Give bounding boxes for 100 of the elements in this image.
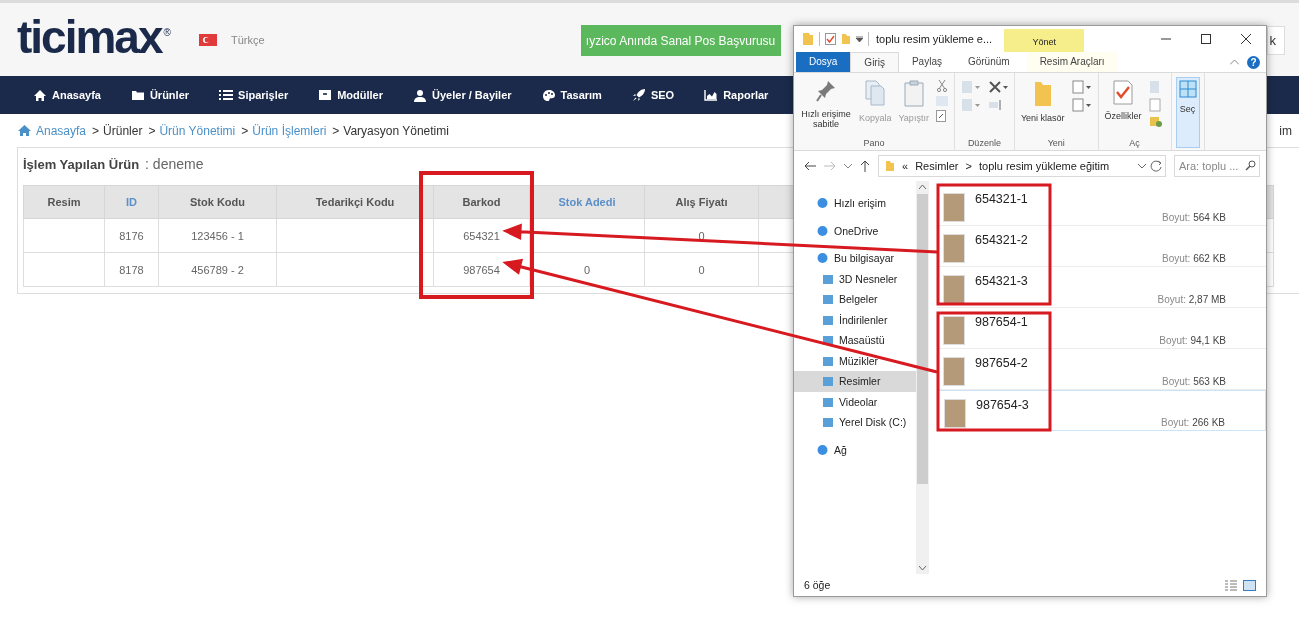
address-overflow[interactable]: « xyxy=(902,160,909,172)
easy-access-icon xyxy=(1071,98,1092,112)
forward-icon xyxy=(824,161,836,171)
file-size: Boyut: 563 KB xyxy=(1162,376,1226,387)
nav-pane-item[interactable]: Videolar xyxy=(794,391,916,412)
file-item[interactable]: 987654-2 Boyut: 563 KB xyxy=(937,349,1266,390)
table-cell: 0 xyxy=(644,252,759,287)
ribbon-group-label: Pano xyxy=(862,138,886,148)
clipboard-icon xyxy=(902,79,925,107)
caret-down-icon xyxy=(844,163,852,169)
nav-pane-item[interactable]: Yerel Disk (C:) xyxy=(794,412,916,433)
window-title: toplu resim yükleme e... xyxy=(876,33,993,45)
file-item[interactable]: 654321-2 Boyut: 662 KB xyxy=(937,226,1266,267)
breadcrumb-separator: > xyxy=(148,123,156,138)
nav-item[interactable]: Üyeler / Bayiler xyxy=(413,88,512,102)
header-button[interactable]: k xyxy=(1267,26,1285,55)
photo-placeholder xyxy=(943,357,965,386)
breadcrumb-separator: > xyxy=(332,123,340,138)
copy-to-icon xyxy=(960,98,981,112)
nav-pane-item[interactable]: Resimler xyxy=(794,371,916,392)
nav-item[interactable]: Ürünler xyxy=(130,89,190,101)
nav-pane-item[interactable]: Müzikler xyxy=(794,350,916,371)
folder-icon xyxy=(822,272,834,285)
thumbnail-view-icon xyxy=(1243,579,1256,591)
folder-icon xyxy=(822,313,834,326)
nav-pane-item[interactable]: İndirilenler xyxy=(794,309,916,330)
details-view-icon xyxy=(1225,579,1237,591)
file-name: 987654-2 xyxy=(975,356,1028,372)
nav-pane-item[interactable]: Belgeler xyxy=(794,289,916,310)
scroll-up-icon xyxy=(918,184,927,190)
breadcrumb-link[interactable]: Varyasyon Yönetimi xyxy=(343,123,449,138)
photo-placeholder xyxy=(943,193,965,222)
ribbon-tab[interactable]: Görünüm xyxy=(954,52,1023,72)
scrollbar[interactable] xyxy=(916,181,929,574)
file-size: Boyut: 564 KB xyxy=(1162,212,1226,223)
delete-icon xyxy=(987,80,1008,94)
search-field[interactable]: Ara: toplu ... xyxy=(1174,155,1260,177)
address-bar[interactable]: « Resimler > toplu resim yükleme eğitim xyxy=(878,155,1166,177)
path-separator: > xyxy=(965,160,972,172)
collapse-icon xyxy=(1230,59,1239,65)
ribbon-tab[interactable]: Resim Araçları xyxy=(1026,52,1118,72)
grid-icon xyxy=(1178,80,1197,98)
file-item[interactable]: 654321-3 Boyut: 2,87 MB xyxy=(937,267,1266,308)
nav-item[interactable]: Anasayfa xyxy=(33,88,101,102)
nav-pane-item[interactable]: 3D Nesneler xyxy=(794,268,916,289)
folder-icon xyxy=(885,160,895,172)
file-item[interactable]: 987654-3 Boyut: 266 KB xyxy=(937,390,1266,431)
file-name: 654321-2 xyxy=(975,233,1028,249)
file-name: 654321-3 xyxy=(975,274,1028,290)
nav-item[interactable]: Siparişler xyxy=(219,89,289,101)
nav-pane-item[interactable]: Bu bilgisayar xyxy=(794,248,916,269)
nav-pane-item[interactable]: Ağ xyxy=(794,439,916,460)
scissors-icon xyxy=(935,80,948,92)
context-tab-header: Yönet xyxy=(1004,29,1085,52)
ribbon-tab[interactable]: Dosya xyxy=(796,52,851,72)
properties-icon xyxy=(825,33,836,45)
help-button[interactable]: ? xyxy=(1247,55,1260,69)
logo[interactable]: ticimax xyxy=(17,13,162,60)
product-value: : deneme xyxy=(145,156,204,172)
breadcrumb-link[interactable]: Ürün Yönetimi xyxy=(159,123,236,138)
ribbon-button[interactable]: Seç xyxy=(1175,77,1200,148)
home-icon xyxy=(17,124,32,137)
product-label: İşlem Yapılan Ürün xyxy=(23,156,140,172)
file-item[interactable]: 987654-1 Boyut: 94,1 KB xyxy=(937,308,1266,349)
ribbon-tab[interactable]: Giriş xyxy=(850,52,899,72)
folder-icon xyxy=(822,416,834,429)
photo-placeholder xyxy=(943,234,965,263)
archive-box-icon xyxy=(318,89,333,101)
file-item[interactable]: 654321-1 Boyut: 564 KB xyxy=(937,185,1266,226)
list-icon xyxy=(219,89,234,101)
home-icon xyxy=(33,88,47,102)
folder-icon xyxy=(130,89,145,101)
breadcrumb-link[interactable]: Anasayfa xyxy=(36,123,87,138)
caret-down-icon xyxy=(856,36,863,42)
rename-icon xyxy=(987,98,1002,112)
maximize-icon xyxy=(1201,34,1211,44)
nav-pane-item[interactable]: Hızlı erişim xyxy=(794,193,916,214)
close-icon xyxy=(1241,34,1251,44)
search-icon xyxy=(1245,160,1256,171)
folder-icon xyxy=(822,354,834,367)
column-header: Resim xyxy=(23,185,105,219)
folder-icon xyxy=(822,395,834,408)
breadcrumb-link[interactable]: Ürün İşlemleri xyxy=(252,123,327,138)
nav-item[interactable]: Tasarım xyxy=(541,88,602,102)
ribbon-button[interactable]: Özellikler xyxy=(1102,77,1144,138)
history-icon xyxy=(1148,116,1163,128)
nav-pane-item[interactable]: OneDrive xyxy=(794,220,916,241)
path-segment[interactable]: toplu resim yükleme eğitim xyxy=(978,160,1110,172)
path-segment[interactable]: Resimler xyxy=(915,160,959,172)
breadcrumb-link[interactable]: Ürünler xyxy=(103,123,143,138)
nav-item[interactable]: SEO xyxy=(631,88,675,102)
nav-item[interactable]: Modüller xyxy=(318,89,384,101)
folder-icon xyxy=(841,33,851,45)
location-icon xyxy=(816,252,829,265)
nav-item[interactable]: Raporlar xyxy=(704,89,769,101)
ribbon-tab[interactable]: Paylaş xyxy=(898,52,955,72)
edit-icon xyxy=(1148,98,1163,112)
ribbon-button[interactable]: Yeni klasör xyxy=(1018,77,1067,138)
file-size: Boyut: 2,87 MB xyxy=(1157,294,1226,305)
ribbon-button[interactable]: Hızlı erişime sabitle xyxy=(798,77,854,138)
